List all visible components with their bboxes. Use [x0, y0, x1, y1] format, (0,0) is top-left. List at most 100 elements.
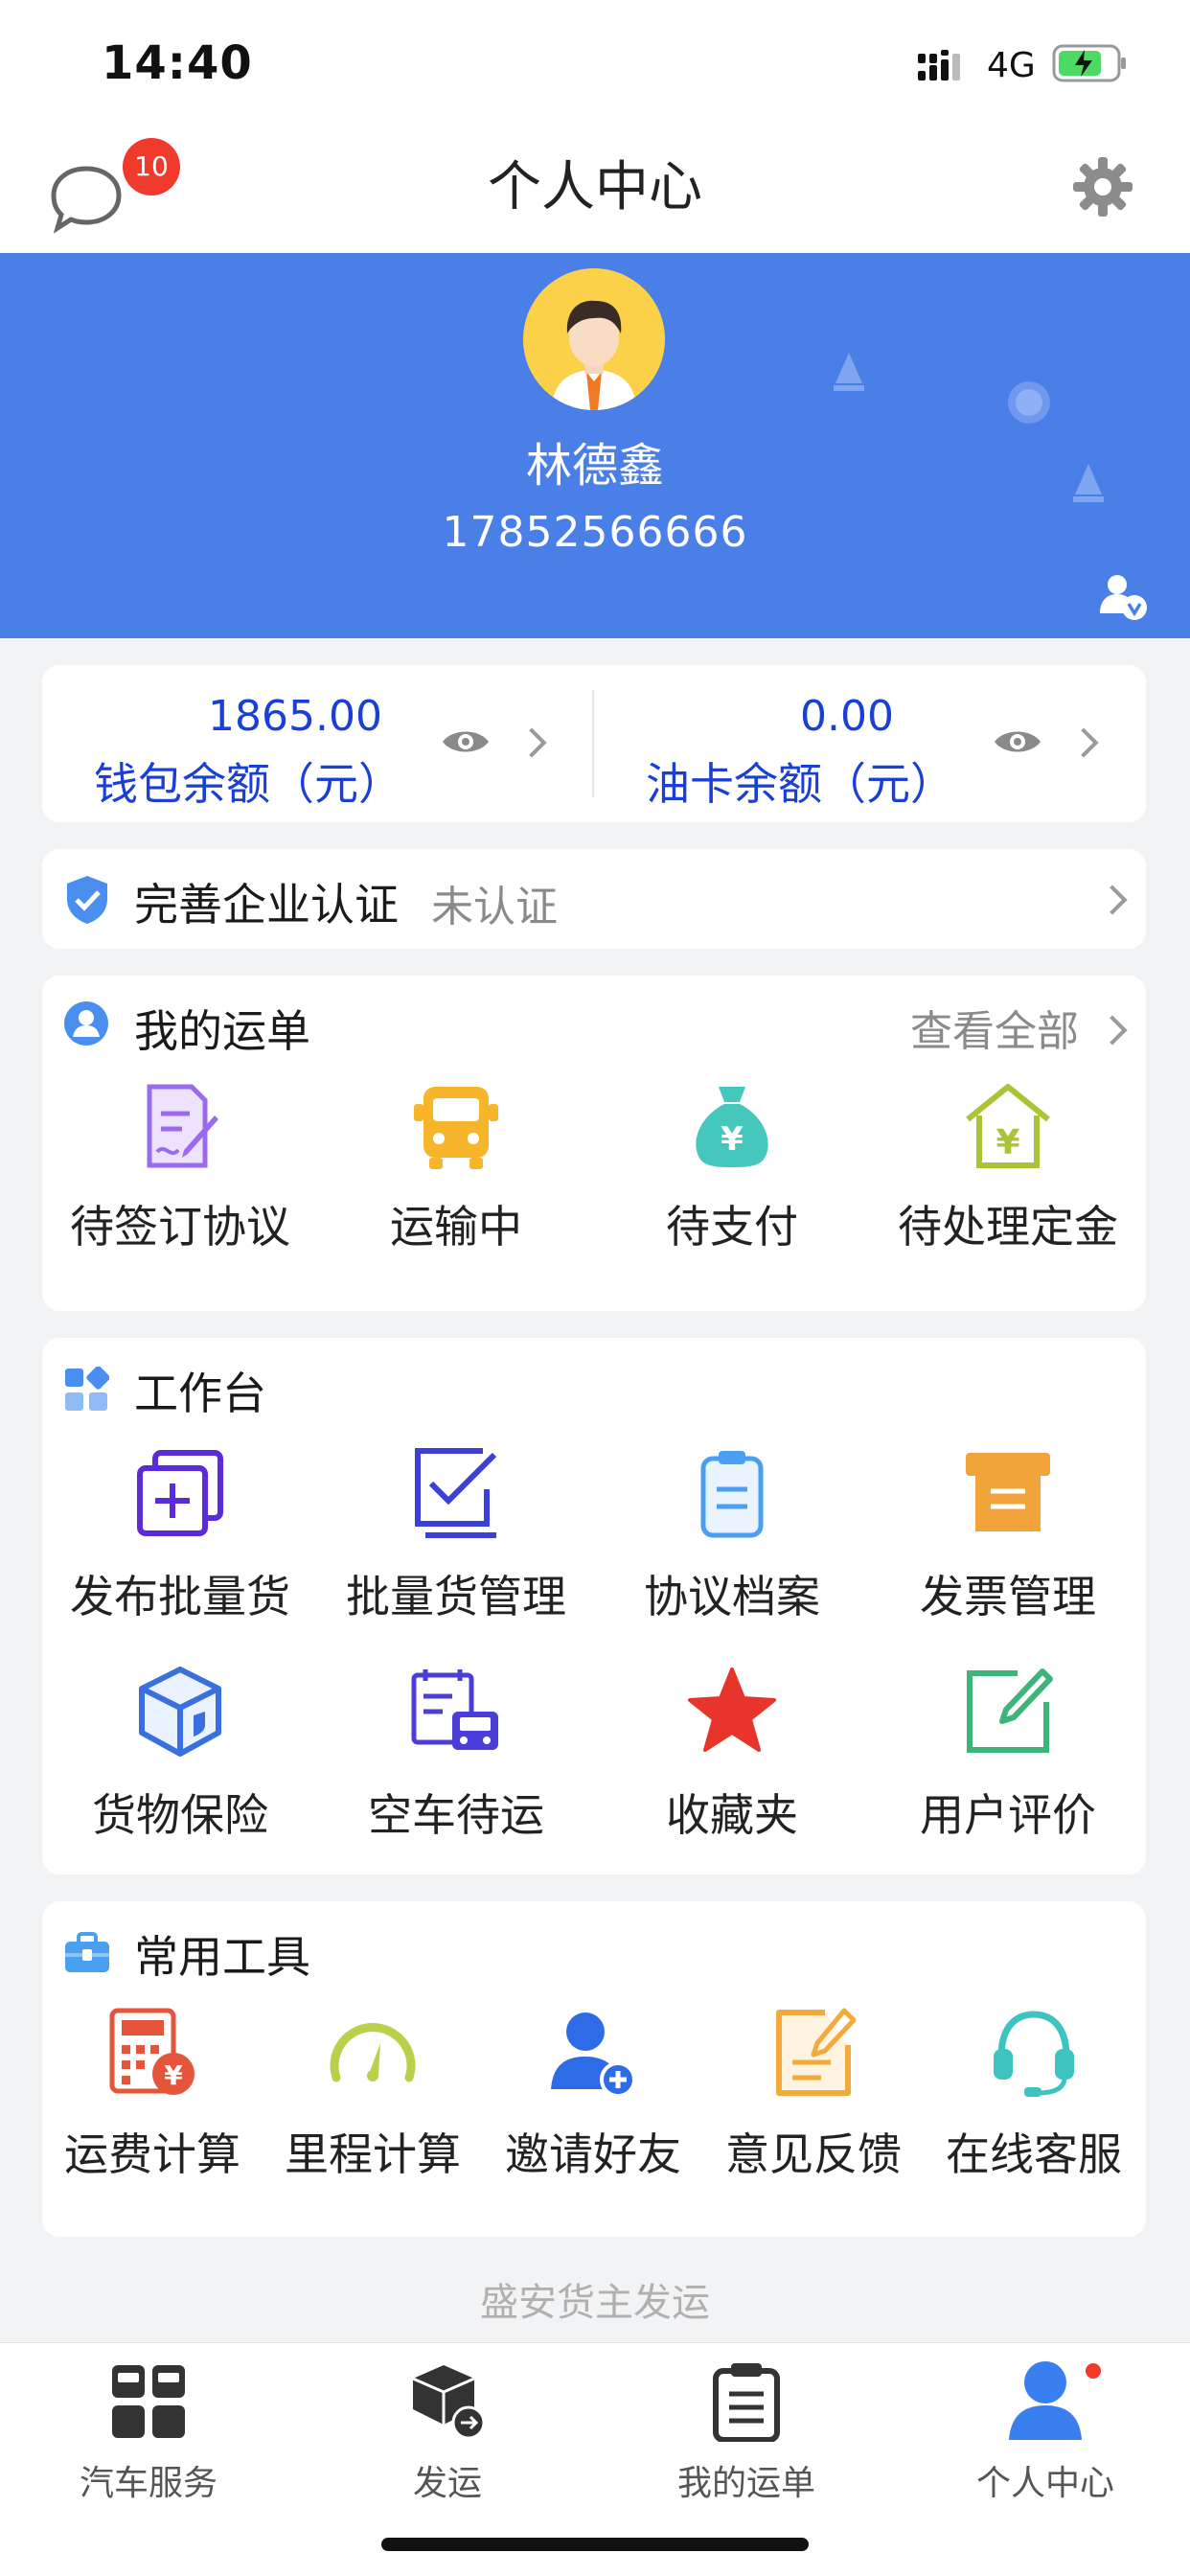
edit-review-icon [967, 1668, 1053, 1753]
work-item-label: 协议档案 [644, 1571, 820, 1622]
eye-icon[interactable] [441, 724, 491, 759]
fuel-balance-value: 0.00 [800, 692, 894, 741]
user-verify-icon[interactable] [1098, 571, 1148, 621]
work-item-empty-truck[interactable]: 空车待运 [318, 1666, 594, 1857]
tool-item-freight-calc[interactable]: ¥ 运费计算 [42, 2007, 263, 2218]
work-item-label: 空车待运 [368, 1789, 544, 1841]
view-all-link[interactable]: 查看全部 [910, 997, 1079, 1058]
headset-icon [994, 2011, 1074, 2097]
orders-title: 我的运单 [134, 1005, 310, 1057]
chevron-right-icon [1068, 727, 1099, 758]
sign-document-icon [147, 1084, 218, 1168]
signal-icon [918, 50, 960, 80]
work-item-label: 发票管理 [920, 1571, 1096, 1622]
order-item-pending-sign[interactable]: 待签订协议 [42, 1081, 318, 1292]
publish-bulk-icon [137, 1450, 223, 1536]
order-item-label: 待签订协议 [70, 1201, 290, 1253]
work-item-insurance[interactable]: 货物保险 [42, 1666, 318, 1857]
orders-section: 我的运单 查看全部 待签订协议 运输中 ¥ 待支付 ¥ 待处理定金 [42, 976, 1146, 1311]
bulk-manage-icon [415, 1448, 497, 1538]
shield-check-icon [67, 876, 107, 924]
work-item-label: 用户评价 [920, 1789, 1096, 1841]
work-item-label: 收藏夹 [666, 1789, 798, 1841]
certification-row[interactable]: 完善企业认证 未认证 [42, 849, 1146, 949]
user-phone: 17852566666 [442, 508, 748, 557]
clipboard-list-icon [713, 2363, 780, 2442]
invoice-icon [966, 1453, 1050, 1531]
car-service-icon [112, 2365, 185, 2438]
work-item-label: 货物保险 [92, 1789, 268, 1841]
eye-icon[interactable] [993, 724, 1042, 759]
person-icon [1009, 2361, 1101, 2440]
tab-profile[interactable]: 个人中心 [897, 2342, 1190, 2534]
user-name: 林德鑫 [525, 439, 664, 493]
bubble-deco-icon [1008, 381, 1050, 424]
workbench-title: 工作台 [134, 1368, 266, 1419]
add-user-icon [551, 2012, 636, 2098]
order-item-in-transit[interactable]: 运输中 [318, 1081, 594, 1292]
certification-title: 完善企业认证 [134, 879, 399, 931]
wallet-balance-item[interactable]: 1865.00 钱包余额（元） [42, 665, 592, 822]
certification-status: 未认证 [431, 883, 558, 932]
feedback-icon [776, 2008, 857, 2096]
status-time: 14:40 [102, 36, 253, 90]
work-item-invoice[interactable]: 发票管理 [870, 1447, 1146, 1639]
ship-box-icon [412, 2365, 486, 2440]
gauge-icon [330, 2023, 416, 2082]
tools-section: 常用工具 ¥ 运费计算 里程计算 邀请好友 意见反馈 在线客服 [42, 1901, 1146, 2237]
avatar[interactable] [523, 268, 665, 410]
chevron-right-icon [516, 727, 547, 758]
status-bar: 14:40 4G [0, 0, 1190, 126]
settings-gear-icon[interactable] [1071, 155, 1134, 218]
message-badge: 10 [123, 138, 180, 196]
tool-item-label: 里程计算 [285, 2128, 461, 2180]
order-item-label: 待处理定金 [898, 1201, 1118, 1253]
truck-icon [414, 1087, 498, 1169]
svg-text:¥: ¥ [995, 1123, 1019, 1162]
tab-my-orders[interactable]: 我的运单 [598, 2342, 895, 2534]
tool-item-invite[interactable]: 邀请好友 [483, 2007, 703, 2218]
tool-item-label: 意见反馈 [725, 2128, 902, 2180]
money-bag-icon: ¥ [696, 1087, 768, 1167]
work-item-reviews[interactable]: 用户评价 [870, 1666, 1146, 1857]
order-item-pending-deposit[interactable]: ¥ 待处理定金 [870, 1081, 1146, 1292]
star-icon [688, 1668, 776, 1752]
wallet-card: 1865.00 钱包余额（元） 0.00 油卡余额（元） [42, 665, 1146, 822]
tab-label: 汽车服务 [79, 2464, 217, 2503]
chevron-right-icon [1097, 1015, 1128, 1046]
message-icon[interactable] [48, 161, 125, 238]
wallet-balance-value: 1865.00 [208, 692, 382, 741]
battery-icon [1052, 44, 1126, 82]
tool-item-label: 运费计算 [64, 2128, 240, 2180]
fuel-card-item[interactable]: 0.00 油卡余额（元） [594, 665, 1146, 822]
sailboat-deco-icon [834, 353, 864, 391]
order-item-label: 运输中 [390, 1201, 522, 1253]
work-item-label: 批量货管理 [346, 1571, 566, 1622]
svg-text:¥: ¥ [721, 1120, 744, 1159]
tool-item-feedback[interactable]: 意见反馈 [703, 2007, 924, 2218]
tool-item-mileage-calc[interactable]: 里程计算 [263, 2007, 483, 2218]
work-item-publish-bulk[interactable]: 发布批量货 [42, 1447, 318, 1639]
work-item-label: 发布批量货 [70, 1571, 290, 1622]
chevron-right-icon [1097, 885, 1128, 915]
empty-truck-icon [411, 1669, 498, 1750]
tab-label: 我的运单 [676, 2464, 815, 2503]
tool-item-support[interactable]: 在线客服 [924, 2007, 1144, 2218]
clipboard-icon [700, 1451, 764, 1538]
work-item-agreements[interactable]: 协议档案 [594, 1447, 870, 1639]
tab-car-service[interactable]: 汽车服务 [0, 2342, 297, 2534]
wallet-balance-label: 钱包余额（元） [94, 758, 402, 810]
fuel-balance-label: 油卡余额（元） [646, 758, 954, 810]
grid-apps-icon [65, 1367, 109, 1411]
work-item-bulk-manage[interactable]: 批量货管理 [318, 1447, 594, 1639]
workbench-section: 工作台 发布批量货 批量货管理 协议档案 发票管理 货物保险 空车待运 收藏夹 … [42, 1338, 1146, 1874]
order-item-pending-payment[interactable]: ¥ 待支付 [594, 1081, 870, 1292]
work-item-favorites[interactable]: 收藏夹 [594, 1666, 870, 1857]
tab-label: 个人中心 [975, 2464, 1114, 2503]
user-circle-icon [64, 1001, 108, 1046]
page-title: 个人中心 [488, 156, 702, 218]
deposit-house-icon: ¥ [966, 1084, 1050, 1168]
calculator-icon: ¥ [109, 2008, 195, 2095]
tab-ship[interactable]: 发运 [299, 2342, 596, 2534]
toolbox-icon [65, 1932, 109, 1972]
